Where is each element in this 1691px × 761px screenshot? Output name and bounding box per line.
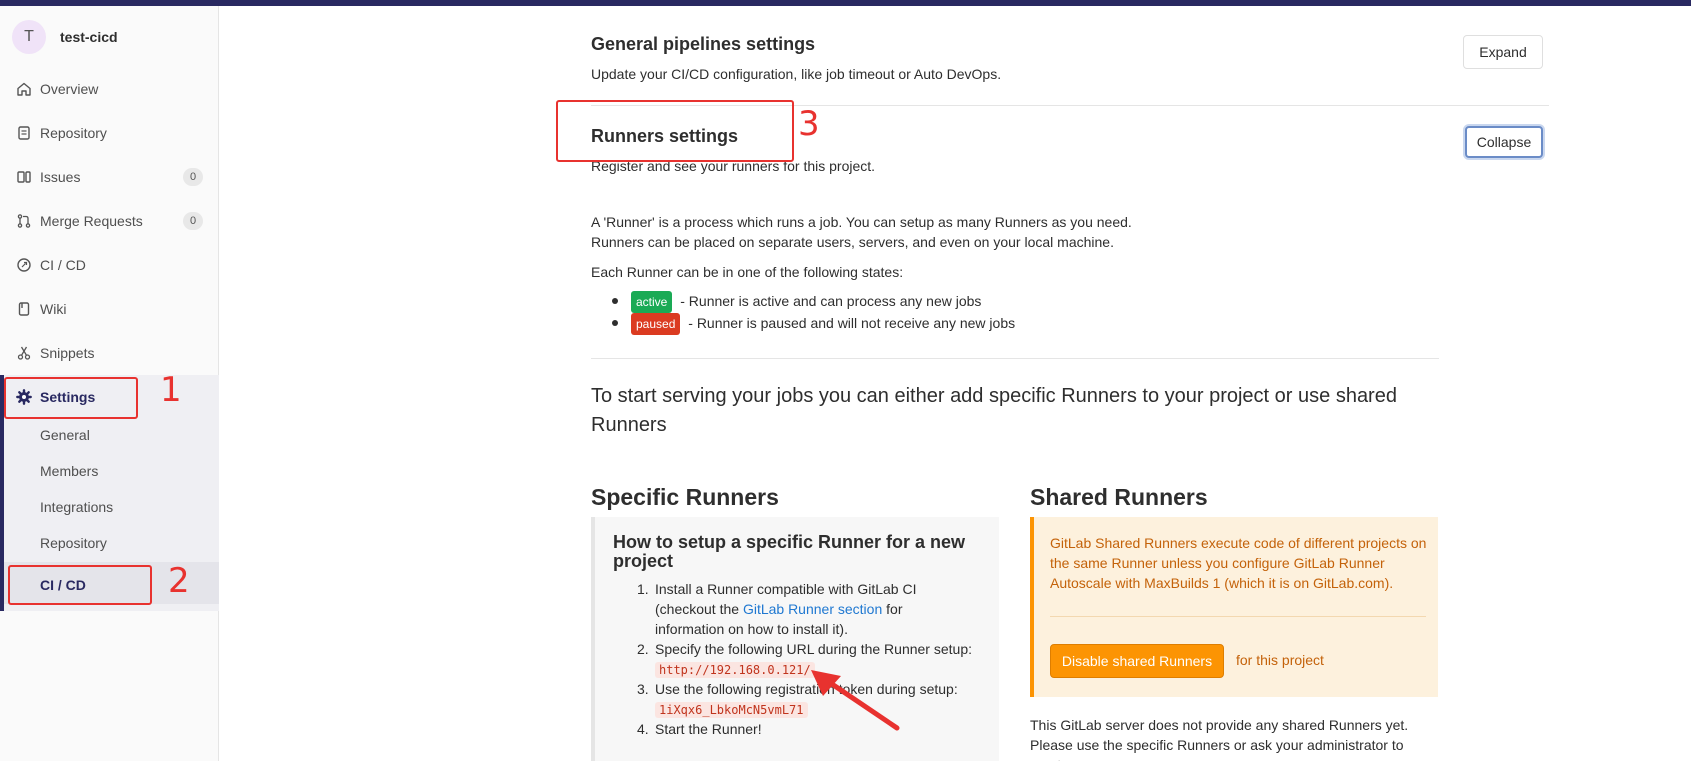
issues-icon (16, 169, 32, 185)
rocket-icon (16, 257, 32, 273)
settings-sub-repository[interactable]: Repository (40, 528, 219, 558)
step2-text: Specify the following URL during the Run… (655, 641, 972, 657)
scissors-icon (16, 345, 32, 361)
state-active-text: - Runner is active and can process any n… (676, 293, 982, 309)
sidebar-item-label: Merge Requests (40, 213, 143, 229)
expand-button[interactable]: Expand (1463, 35, 1543, 69)
settings-sub-integrations[interactable]: Integrations (40, 492, 219, 522)
sidebar-item-merge-requests[interactable]: Merge Requests 0 (0, 205, 219, 237)
specific-runner-setup-box: How to setup a specific Runner for a new… (591, 517, 999, 761)
runners-lead-text: To start serving your jobs you can eithe… (591, 385, 1397, 436)
sidebar-item-label: Repository (40, 125, 107, 141)
state-paused-item: paused - Runner is paused and will not r… (631, 313, 1015, 335)
paused-badge: paused (631, 313, 681, 335)
book-icon (16, 301, 32, 317)
setup-step-1: 1. Install a Runner compatible with GitL… (637, 581, 917, 637)
runner-intro-line-2: Runners can be placed on separate users,… (591, 234, 1114, 250)
sidebar-item-ci-cd[interactable]: CI / CD (0, 249, 219, 281)
sidebar-item-overview[interactable]: Overview (0, 73, 219, 105)
shared-runners-heading: Shared Runners (1030, 484, 1208, 510)
specific-setup-title: How to setup a specific Runner for a new… (613, 532, 966, 571)
shared-runners-note: This GitLab server does not provide any … (1030, 717, 1409, 761)
project-avatar: T (12, 20, 46, 54)
sidebar-item-snippets[interactable]: Snippets (0, 337, 219, 369)
step1-text-c: for (882, 601, 903, 617)
state-paused-text: - Runner is paused and will not receive … (684, 315, 1016, 331)
sidebar-item-wiki[interactable]: Wiki (0, 293, 219, 325)
settings-sub-general[interactable]: General (40, 420, 219, 450)
state-active-item: active - Runner is active and can proces… (631, 291, 981, 313)
sidebar-item-label: Wiki (40, 301, 67, 317)
disable-shared-runners-button[interactable]: Disable shared Runners (1050, 644, 1224, 678)
runners-divider (591, 358, 1439, 359)
annotation-number-3: 3 (798, 104, 820, 144)
shared-divider (1050, 616, 1426, 617)
shared-runners-warning: GitLab Shared Runners execute code of di… (1050, 535, 1427, 591)
bullet (612, 320, 618, 326)
project-name: test-cicd (60, 29, 118, 45)
step1-text-b: (checkout the (655, 601, 743, 617)
bullet (612, 298, 618, 304)
step1-text: Install a Runner compatible with GitLab … (655, 581, 917, 597)
sidebar-item-label: Issues (40, 169, 81, 185)
for-this-project-text: for this project (1236, 652, 1324, 668)
runner-url-code[interactable]: http://192.168.0.121/ (655, 662, 815, 678)
registration-token-code[interactable]: 1iXqx6_LbkoMcN5vmL71 (655, 702, 808, 718)
pipelines-settings-title: General pipelines settings (591, 34, 816, 54)
annotation-box-2 (8, 565, 152, 605)
runner-intro-line-1: A 'Runner' is a process which runs a job… (591, 214, 1132, 230)
annotation-box-3 (556, 100, 794, 162)
main-content: General pipelines settings Update your C… (219, 6, 1691, 761)
annotation-box-1 (4, 377, 138, 419)
project-header[interactable]: T test-cicd (12, 20, 118, 54)
shared-runners-warning-box: GitLab Shared Runners execute code of di… (1030, 517, 1438, 697)
sidebar-item-issues[interactable]: Issues 0 (0, 161, 219, 193)
annotation-arrow (811, 670, 900, 731)
merge-icon (16, 213, 32, 229)
issues-count-badge: 0 (183, 168, 203, 186)
sidebar-item-label: Snippets (40, 345, 95, 361)
gitlab-runner-section-link[interactable]: GitLab Runner section (743, 601, 882, 617)
settings-sub-members[interactable]: Members (40, 456, 219, 486)
merge-requests-count-badge: 0 (183, 212, 203, 230)
doc-icon (16, 125, 32, 141)
specific-runners-heading: Specific Runners (591, 484, 779, 510)
annotation-number-1: 1 (160, 370, 182, 410)
pipelines-settings-desc: Update your CI/CD configuration, like jo… (591, 66, 1002, 82)
active-badge: active (631, 291, 673, 313)
home-icon (16, 81, 32, 97)
runner-states-intro: Each Runner can be in one of the followi… (591, 264, 904, 280)
step1-text-d: information on how to install it). (655, 621, 848, 637)
collapse-button[interactable]: Collapse (1465, 126, 1543, 158)
annotation-number-2: 2 (168, 561, 190, 601)
sidebar-item-repository[interactable]: Repository (0, 117, 219, 149)
sidebar-item-label: CI / CD (40, 257, 86, 273)
sidebar-item-label: Overview (40, 81, 99, 97)
